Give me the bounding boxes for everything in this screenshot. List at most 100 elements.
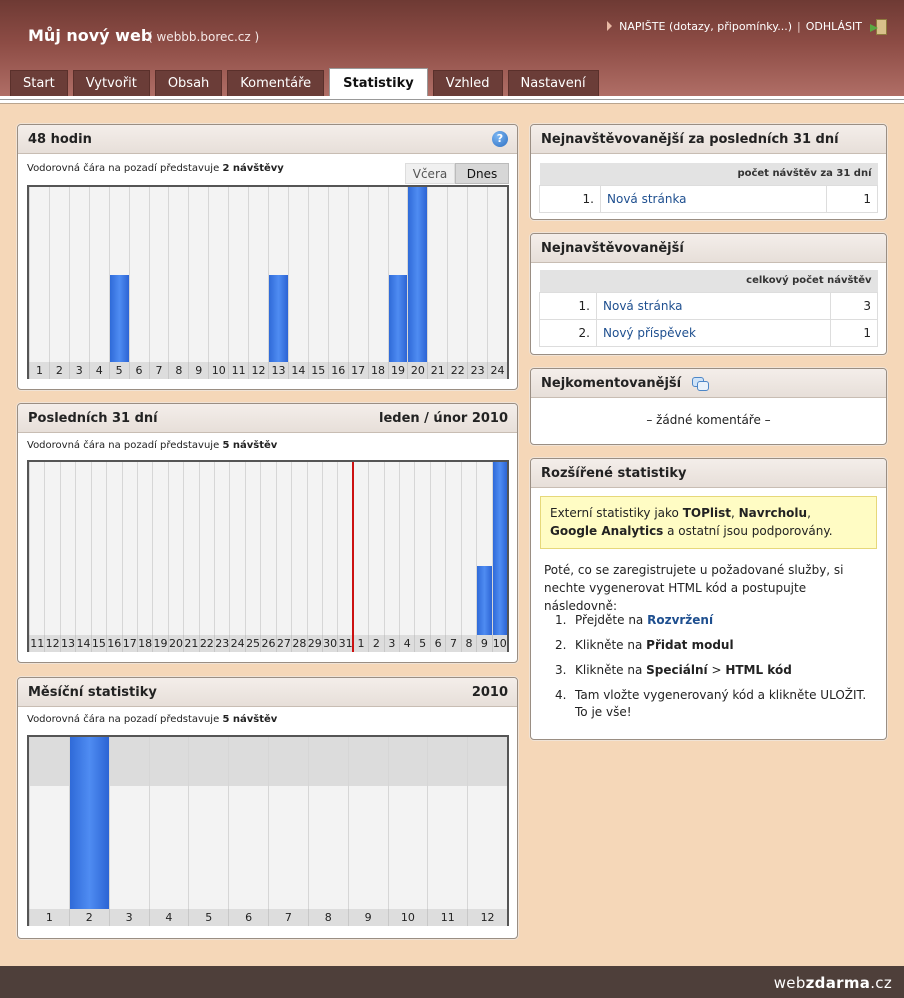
days-chart: 11 12 13 14 15 16 17 18 19 20 21 22 23 24 25 26 27 28 29 30…: [27, 460, 509, 652]
chart-tick-label: 27: [275, 635, 291, 652]
chart-column: [183, 462, 198, 635]
chart-tick-label: 1: [352, 635, 368, 652]
row-count: 1: [826, 184, 878, 213]
chart-tick-label: 6: [128, 362, 149, 379]
table-row: 1. Nová stránka 3: [539, 291, 878, 320]
chart-tick-label: 1: [29, 909, 69, 926]
chart-tick-label: 22: [447, 362, 467, 379]
chart-column: [347, 187, 368, 362]
chart-column: [168, 187, 188, 362]
chart-column: [291, 462, 306, 635]
chart-tick-label: 21: [427, 362, 447, 379]
chart-tick-label: 9: [188, 362, 208, 379]
box-text: ,: [731, 506, 739, 520]
help-icon[interactable]: ?: [492, 131, 508, 147]
chart-tick-label: 11: [427, 909, 467, 926]
chart-tick-label: 28: [291, 635, 307, 652]
step-number: 1.: [555, 613, 567, 627]
chart-column: [427, 187, 447, 362]
chart-tick-label: 22: [198, 635, 214, 652]
chart-column: [447, 187, 467, 362]
chart-column: [208, 187, 228, 362]
google-analytics-label: Google Analytics: [550, 524, 664, 538]
header-divider: [0, 96, 904, 104]
tab-comments[interactable]: Komentáře: [227, 70, 325, 96]
top-all-col-header: celkový počet návštěv: [539, 270, 878, 292]
month-divider-line: [351, 462, 354, 652]
chart-tick-label: 23: [214, 635, 230, 652]
chart-bar[interactable]: [69, 737, 109, 909]
hours-panel: 48 hodin ? Vodorovná čára na pozadí před…: [17, 124, 518, 390]
write-to-us-link[interactable]: NAPIŠTE (dotazy, připomínky...): [619, 20, 792, 33]
step-text: Klikněte na: [575, 638, 647, 652]
chart-bar[interactable]: [477, 565, 492, 635]
chart-column: [148, 187, 169, 362]
tab-statistics[interactable]: Statistiky: [329, 68, 428, 96]
box-text: a ostatní jsou podporovány.: [663, 524, 833, 538]
chart-column: [108, 737, 149, 909]
chart-bar[interactable]: [388, 274, 408, 362]
supported-services-box: Externí statistiky jako TOPlist, Navrcho…: [540, 496, 877, 549]
page-link[interactable]: Nová stránka: [607, 192, 687, 206]
chart-tick-label: 7: [148, 362, 169, 379]
toplist-label: TOPlist: [682, 506, 731, 520]
chart-tick-label: 6: [429, 635, 445, 652]
top-all-panel-title: Nejnavštěvovanější: [541, 241, 684, 256]
layout-link[interactable]: Rozvržení: [647, 613, 713, 627]
tab-start[interactable]: Start: [10, 70, 68, 96]
days-panel: Posledních 31 dní leden / únor 2010 Vodo…: [17, 403, 518, 663]
exit-door-icon[interactable]: [870, 19, 887, 35]
site-title[interactable]: Můj nový web: [28, 26, 152, 45]
row-rank: 1.: [539, 291, 597, 320]
chart-tick-label: 15: [90, 635, 106, 652]
chart-tick-label: 20: [167, 635, 183, 652]
step-number: 3.: [555, 663, 567, 677]
chart-bar[interactable]: [269, 274, 288, 362]
chart-tick-label: 30: [321, 635, 338, 652]
chart-tick-label: 3: [68, 362, 89, 379]
top-links-separator: |: [797, 19, 801, 33]
row-rank: 1.: [539, 184, 601, 213]
chart-tick-label: 10: [491, 635, 507, 652]
footer-logo[interactable]: webzdarma.cz: [774, 974, 892, 992]
chart-column: [128, 187, 149, 362]
chart-tick-label: 2: [368, 635, 383, 652]
page-link[interactable]: Nová stránka: [603, 299, 683, 313]
tab-create[interactable]: Vytvořit: [72, 70, 150, 96]
chart-tick-label: 5: [108, 362, 129, 379]
chart-column: [198, 462, 214, 635]
chart-column: [429, 462, 445, 635]
yesterday-button[interactable]: Včera: [405, 163, 455, 184]
chart-column: [121, 462, 137, 635]
chart-column: [106, 462, 121, 635]
footer: webzdarma.cz: [0, 966, 904, 998]
chart-bar[interactable]: [408, 187, 428, 362]
chart-tick-label: 7: [268, 909, 308, 926]
tab-appearance[interactable]: Vzhled: [432, 70, 503, 96]
months-note-value: 5 návštěv: [222, 714, 278, 725]
chart-tick-label: 9: [347, 909, 388, 926]
chart-column: [188, 737, 228, 909]
days-panel-period: leden / únor 2010: [378, 411, 508, 426]
chart-column: [268, 737, 308, 909]
chart-column: [347, 737, 388, 909]
chart-bar[interactable]: [492, 462, 507, 635]
hours-note-value: 2 návštěvy: [222, 163, 284, 174]
top-all-panel: Nejnavštěvovanější celkový počet návštěv…: [530, 233, 887, 355]
chart-bar[interactable]: [109, 274, 129, 362]
chart-column: [188, 187, 208, 362]
today-button[interactable]: Dnes: [455, 163, 509, 184]
tab-settings[interactable]: Nastavení: [507, 70, 599, 96]
chart-column: [306, 462, 322, 635]
tab-content[interactable]: Obsah: [154, 70, 223, 96]
chart-tick-label: 19: [387, 362, 408, 379]
most-commented-panel: Nejkomentovanější – žádné komentáře –: [530, 368, 887, 445]
chart-tick-label: 8: [168, 362, 188, 379]
chart-tick-label: 12: [44, 635, 60, 652]
page-link[interactable]: Nový příspěvek: [603, 326, 696, 340]
step-bold: Speciální: [646, 663, 708, 677]
chart-column: [467, 187, 487, 362]
chart-column: [248, 187, 268, 362]
logout-link[interactable]: ODHLÁSIT: [806, 20, 862, 33]
chart-column: [445, 462, 460, 635]
